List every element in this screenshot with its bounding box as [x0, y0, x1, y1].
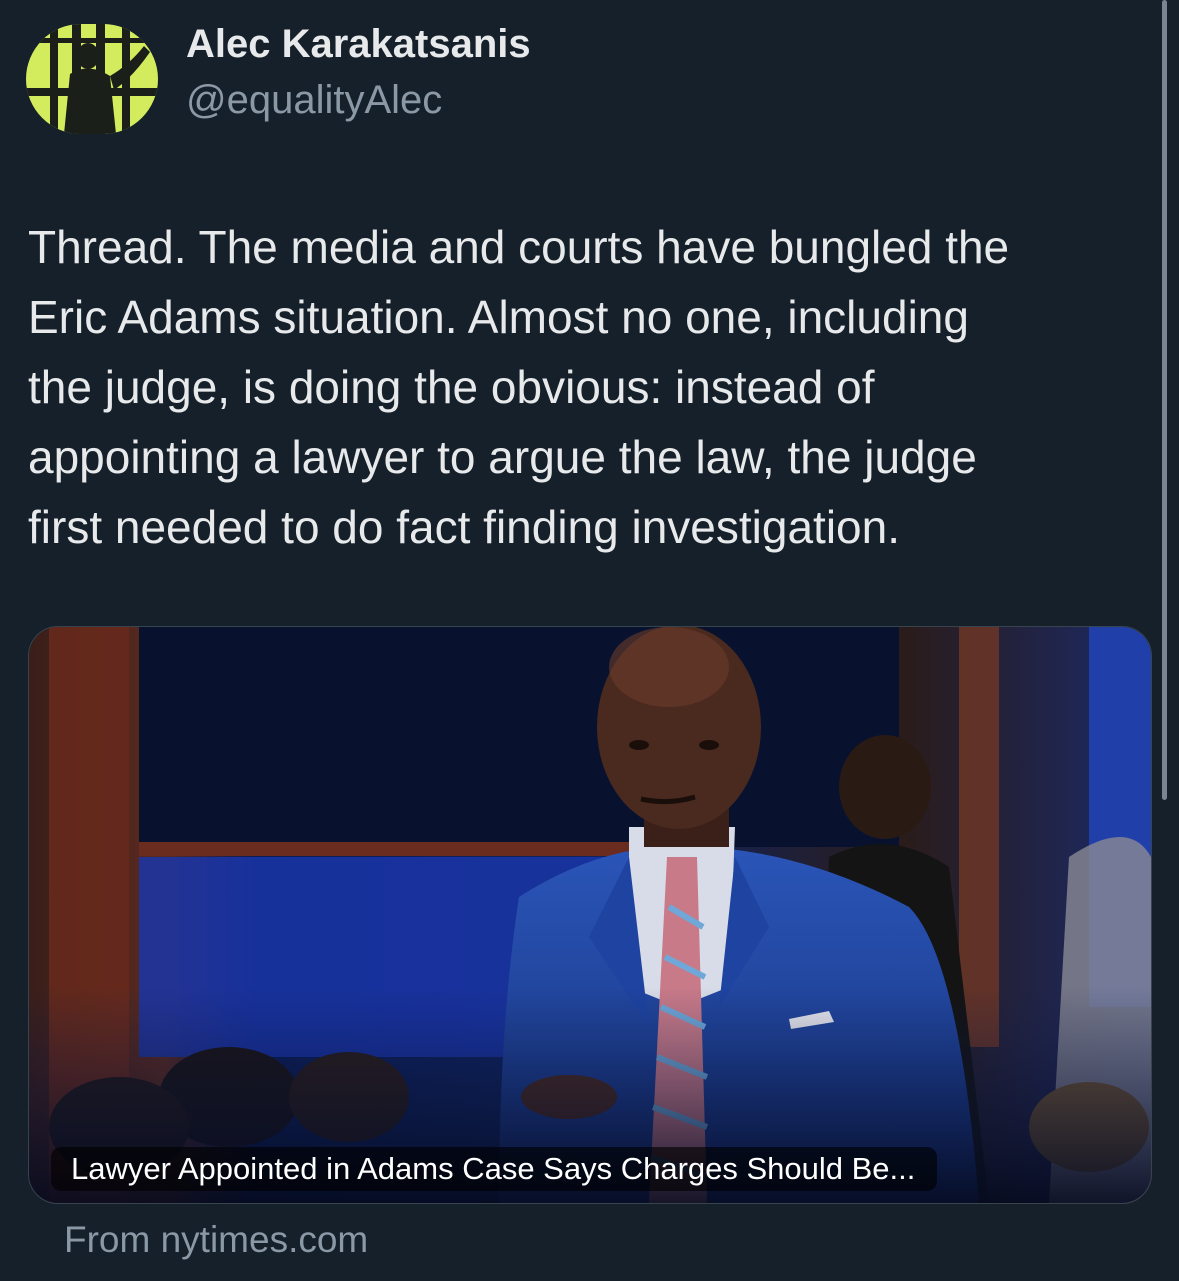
tweet-author: Alec Karakatsanis @equalityAlec — [26, 22, 531, 134]
card-title: Lawyer Appointed in Adams Case Says Char… — [51, 1147, 938, 1191]
display-name[interactable]: Alec Karakatsanis — [186, 22, 531, 66]
handle[interactable]: @equalityAlec — [186, 78, 531, 122]
card-image — [29, 627, 1151, 1203]
link-card[interactable]: Lawyer Appointed in Adams Case Says Char… — [28, 626, 1152, 1204]
tweet[interactable]: Alec Karakatsanis @equalityAlec Thread. … — [0, 0, 1179, 1281]
scrollbar[interactable] — [1162, 0, 1167, 800]
card-source[interactable]: From nytimes.com — [64, 1218, 368, 1262]
author-names: Alec Karakatsanis @equalityAlec — [186, 22, 531, 122]
tweet-text: Thread. The media and courts have bungle… — [28, 221, 1010, 553]
avatar[interactable] — [26, 24, 158, 134]
